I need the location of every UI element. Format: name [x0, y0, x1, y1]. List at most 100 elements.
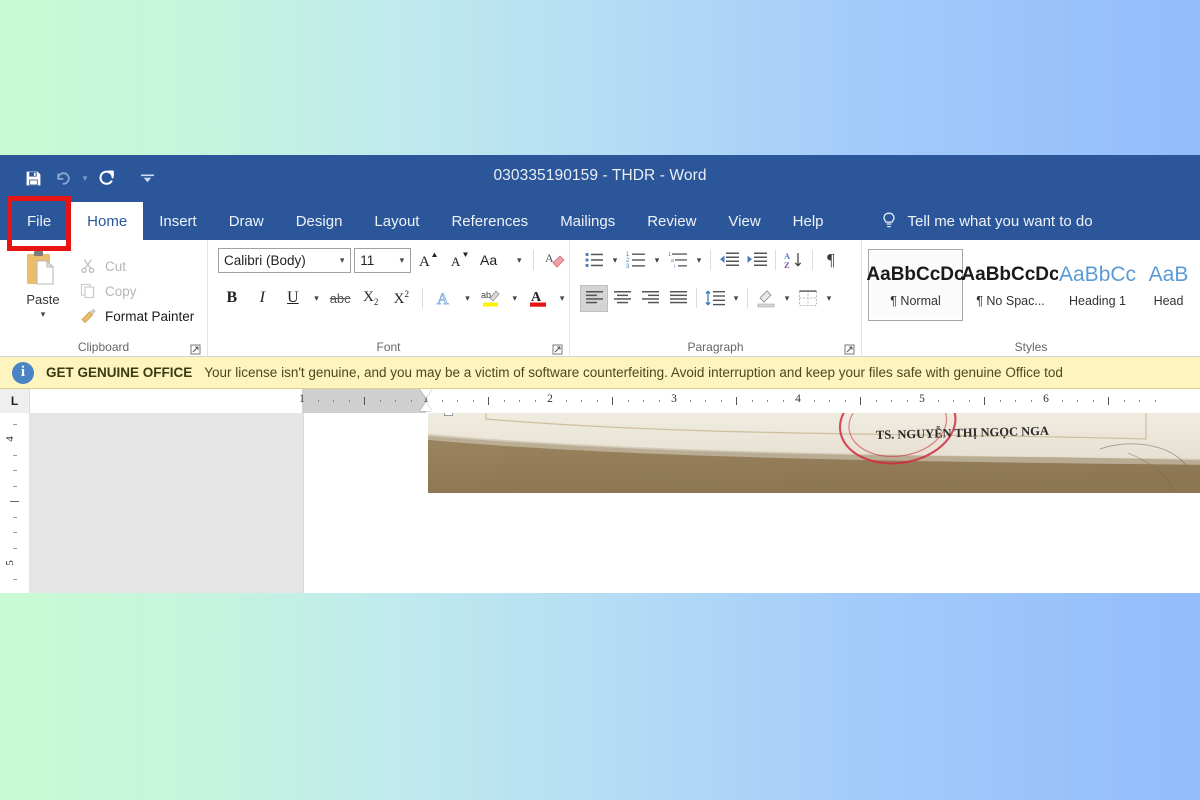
align-right-button[interactable]: [636, 285, 664, 312]
multilevel-list-dropdown-icon[interactable]: ▾: [692, 247, 706, 273]
copy-button[interactable]: Copy: [78, 280, 194, 302]
show-formatting-marks-button[interactable]: ¶: [817, 247, 845, 274]
ruler-tick: [1108, 397, 1109, 405]
tell-me-search[interactable]: Tell me what you want to do: [880, 202, 1105, 240]
tab-references[interactable]: References: [435, 202, 544, 240]
italic-button[interactable]: I: [249, 285, 277, 311]
borders-button[interactable]: [794, 285, 822, 312]
style-item-heading-1[interactable]: AaBbCc Heading 1: [1058, 249, 1138, 321]
font-dialog-launcher-icon[interactable]: [552, 342, 563, 355]
window-title: 030335190159 - THDR - Word: [493, 167, 707, 184]
tab-review[interactable]: Review: [631, 202, 712, 240]
justify-button[interactable]: [664, 285, 692, 312]
font-name-dropdown-icon[interactable]: ▾: [334, 255, 350, 266]
vertical-ruler[interactable]: 45: [0, 413, 30, 593]
ruler-tick: [364, 397, 365, 405]
change-case-button[interactable]: Aa: [475, 247, 509, 273]
superscript-button[interactable]: X2: [388, 285, 416, 311]
decrease-indent-button[interactable]: [715, 247, 743, 274]
line-spacing-dropdown-icon[interactable]: ▾: [729, 285, 743, 311]
style-preview-no-spacing: AaBbCcDc: [961, 264, 1060, 285]
font-color-dropdown-icon[interactable]: ▾: [555, 285, 569, 311]
text-highlight-button[interactable]: ab: [477, 285, 505, 311]
text-effects-button[interactable]: A: [430, 285, 458, 311]
borders-dropdown-icon[interactable]: ▾: [822, 285, 836, 311]
clipboard-dialog-launcher-icon[interactable]: [190, 342, 201, 355]
bold-button[interactable]: B: [218, 285, 246, 311]
font-size-input[interactable]: 11 ▾: [354, 247, 411, 273]
underline-dropdown-icon[interactable]: ▾: [310, 285, 324, 311]
license-headline: GET GENUINE OFFICE: [46, 365, 193, 380]
numbering-dropdown-icon[interactable]: ▾: [650, 247, 664, 273]
tab-help[interactable]: Help: [777, 202, 840, 240]
svg-text:Z: Z: [784, 260, 790, 270]
bullets-dropdown-icon[interactable]: ▾: [608, 247, 622, 273]
ruler-tick: [937, 400, 939, 402]
ruler-tick: [379, 400, 381, 402]
tab-layout[interactable]: Layout: [358, 202, 435, 240]
underline-button[interactable]: U: [279, 285, 307, 311]
paragraph-divider-5: [747, 288, 748, 308]
align-left-button[interactable]: [580, 284, 608, 312]
vertical-ruler-tick: [13, 423, 17, 425]
sort-button[interactable]: AZ: [780, 247, 808, 274]
tab-design[interactable]: Design: [280, 202, 359, 240]
tab-view[interactable]: View: [712, 202, 776, 240]
ruler-tick: [720, 400, 722, 402]
ruler-label: 6: [1043, 393, 1049, 405]
font-size-dropdown-icon[interactable]: ▾: [394, 255, 410, 266]
ruler-row: L 1123456: [0, 389, 1200, 413]
style-item-normal[interactable]: AaBbCcDc ¶ Normal: [866, 249, 965, 321]
numbering-button[interactable]: 123: [622, 247, 650, 274]
ruler-label: 3: [671, 393, 677, 405]
style-item-heading-2[interactable]: AaB Head: [1137, 249, 1200, 321]
cut-button[interactable]: Cut: [78, 255, 194, 277]
align-center-button[interactable]: [608, 285, 636, 312]
certificate-image[interactable]: TS. NGUYỄN THỊ NGỌC NGA: [428, 413, 1200, 493]
style-item-no-spacing[interactable]: AaBbCcDc ¶ No Spac...: [961, 249, 1060, 321]
line-spacing-button[interactable]: [701, 285, 729, 312]
ruler-tick: [317, 400, 319, 402]
multilevel-list-button[interactable]: 1ai: [664, 247, 692, 274]
clear-formatting-button[interactable]: A: [541, 247, 569, 273]
format-painter-label: Format Painter: [105, 308, 195, 324]
tab-insert[interactable]: Insert: [143, 202, 213, 240]
shading-dropdown-icon[interactable]: ▾: [780, 285, 794, 311]
paste-dropdown-icon[interactable]: ▾: [41, 310, 46, 319]
style-name-heading-1: Heading 1: [1069, 294, 1127, 308]
vertical-ruler-tick: [13, 516, 17, 518]
subscript-button[interactable]: X2: [357, 285, 385, 311]
svg-text:A: A: [419, 254, 430, 270]
highlight-dropdown-icon[interactable]: ▾: [508, 285, 522, 311]
document-page[interactable]: TS. NGUYỄN THỊ NGỌC NGA: [303, 413, 1200, 593]
vertical-ruler-tick: [10, 501, 19, 502]
font-name-input[interactable]: Calibri (Body) ▾: [218, 247, 352, 273]
tab-home[interactable]: Home: [71, 202, 144, 240]
paragraph-dialog-launcher-icon[interactable]: [844, 342, 855, 355]
ruler-tick: [984, 397, 985, 405]
shading-button[interactable]: [752, 285, 780, 312]
image-selection-handle-top[interactable]: [444, 413, 453, 416]
font-name-value: Calibri (Body): [224, 252, 306, 268]
tab-file[interactable]: File: [7, 202, 71, 240]
bullets-button[interactable]: [580, 247, 608, 274]
format-painter-button[interactable]: Format Painter: [78, 305, 194, 327]
hanging-indent-marker[interactable]: [420, 402, 432, 411]
tab-mailings[interactable]: Mailings: [544, 202, 631, 240]
horizontal-ruler[interactable]: 1123456: [30, 389, 1200, 413]
vertical-ruler-tick: [13, 485, 17, 487]
text-effects-dropdown-icon[interactable]: ▾: [461, 285, 475, 311]
decrease-font-size-button[interactable]: A: [445, 247, 473, 273]
svg-text:Aa: Aa: [480, 252, 497, 268]
increase-font-size-button[interactable]: A: [414, 247, 442, 273]
styles-group-label: Styles: [1014, 340, 1048, 354]
tab-stop-selector[interactable]: L: [0, 389, 30, 413]
strikethrough-button[interactable]: abc: [326, 285, 354, 311]
clipboard-group: Paste ▾ Cut Copy Format Painter Clipboar…: [0, 240, 207, 357]
first-line-indent-marker[interactable]: [420, 389, 432, 398]
change-case-dropdown-icon[interactable]: ▾: [512, 247, 526, 273]
font-color-button[interactable]: A: [525, 285, 553, 311]
paragraph-divider-4: [696, 288, 697, 308]
tab-draw[interactable]: Draw: [213, 202, 280, 240]
increase-indent-button[interactable]: [743, 247, 771, 274]
